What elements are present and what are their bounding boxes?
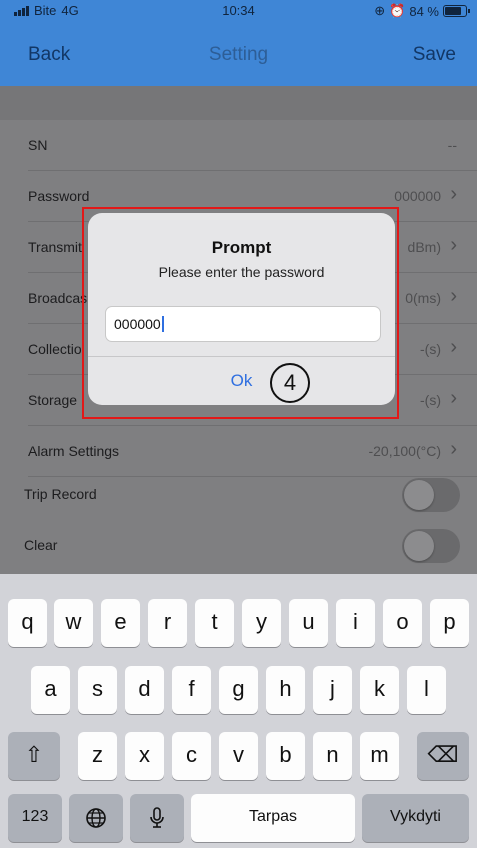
row-label: Storage I [28,392,85,408]
page-title: Setting [208,44,269,65]
step-marker: 4 [270,363,310,403]
row-value: -(s) [420,392,441,408]
key-r[interactable]: r [148,599,187,647]
settings-row-trip-record: Trip Record [0,469,477,520]
settings-row-sn: SN -- [0,120,477,171]
row-label: SN [28,137,48,153]
key-a[interactable]: a [31,666,70,714]
settings-row-clear: Clear [0,520,477,571]
status-right: ⊕ ⏰ 84 % [374,3,470,19]
keyboard: q w e r t y u i o p a s d f g h j k l ⇧ … [0,574,477,848]
chevron-right-icon: › [450,336,457,358]
key-g[interactable]: g [219,666,258,714]
row-label: Clear [24,537,58,553]
alarm-icon: ⏰ [389,3,406,18]
key-w[interactable]: w [54,599,93,647]
key-b[interactable]: b [266,732,305,780]
row-value: -- [447,137,457,153]
globe-glyph [86,808,106,828]
row-label: Broadcas [28,290,88,306]
chevron-right-icon: › [450,285,457,307]
highlight-box [82,207,399,419]
row-value: -20,100(°C) [368,443,441,459]
delete-key[interactable]: ⌫ [417,732,469,780]
key-q[interactable]: q [8,599,47,647]
key-z[interactable]: z [78,732,117,780]
key-x[interactable]: x [125,732,164,780]
key-l[interactable]: l [407,666,446,714]
key-o[interactable]: o [383,599,422,647]
row-label: Password [28,188,90,204]
orientation-lock-icon: ⊕ [374,3,386,18]
battery-percent: 84 % [409,3,439,19]
navigation-bar: Back Setting Save [0,22,477,86]
key-j[interactable]: j [313,666,352,714]
row-label: Alarm Settings [28,443,120,459]
key-v[interactable]: v [219,732,258,780]
key-f[interactable]: f [172,666,211,714]
chevron-right-icon: › [450,234,457,256]
return-key[interactable]: Vykdyti [362,794,469,842]
status-bar: Bite 4G 10:34 ⊕ ⏰ 84 % [0,0,477,22]
row-label: Collectio [28,341,82,357]
key-m[interactable]: m [360,732,399,780]
section-spacer [0,86,477,120]
shift-key[interactable]: ⇧ [8,732,60,780]
row-value: 0(ms) [405,290,441,306]
key-p[interactable]: p [430,599,469,647]
row-value: dBm) [407,239,441,255]
key-c[interactable]: c [172,732,211,780]
chevron-right-icon: › [450,183,457,205]
globe-icon[interactable] [69,794,123,842]
key-d[interactable]: d [125,666,164,714]
key-s[interactable]: s [78,666,117,714]
microphone-glyph [150,807,164,828]
numbers-key[interactable]: 123 [8,794,62,842]
key-e[interactable]: e [101,599,140,647]
chevron-right-icon: › [450,438,457,460]
microphone-icon[interactable] [130,794,184,842]
key-i[interactable]: i [336,599,375,647]
key-u[interactable]: u [289,599,328,647]
chevron-right-icon: › [450,387,457,409]
row-value: 000000 [394,188,441,204]
save-button[interactable]: Save [413,44,456,66]
key-t[interactable]: t [195,599,234,647]
key-n[interactable]: n [313,732,352,780]
key-h[interactable]: h [266,666,305,714]
key-k[interactable]: k [360,666,399,714]
clear-toggle[interactable] [402,529,460,563]
row-value: -(s) [420,341,441,357]
key-y[interactable]: y [242,599,281,647]
row-label: Trip Record [24,486,97,502]
trip-record-toggle[interactable] [402,478,460,512]
row-label: Transmit [28,239,82,255]
battery-icon [443,5,470,17]
space-key[interactable]: Tarpas [191,794,355,842]
